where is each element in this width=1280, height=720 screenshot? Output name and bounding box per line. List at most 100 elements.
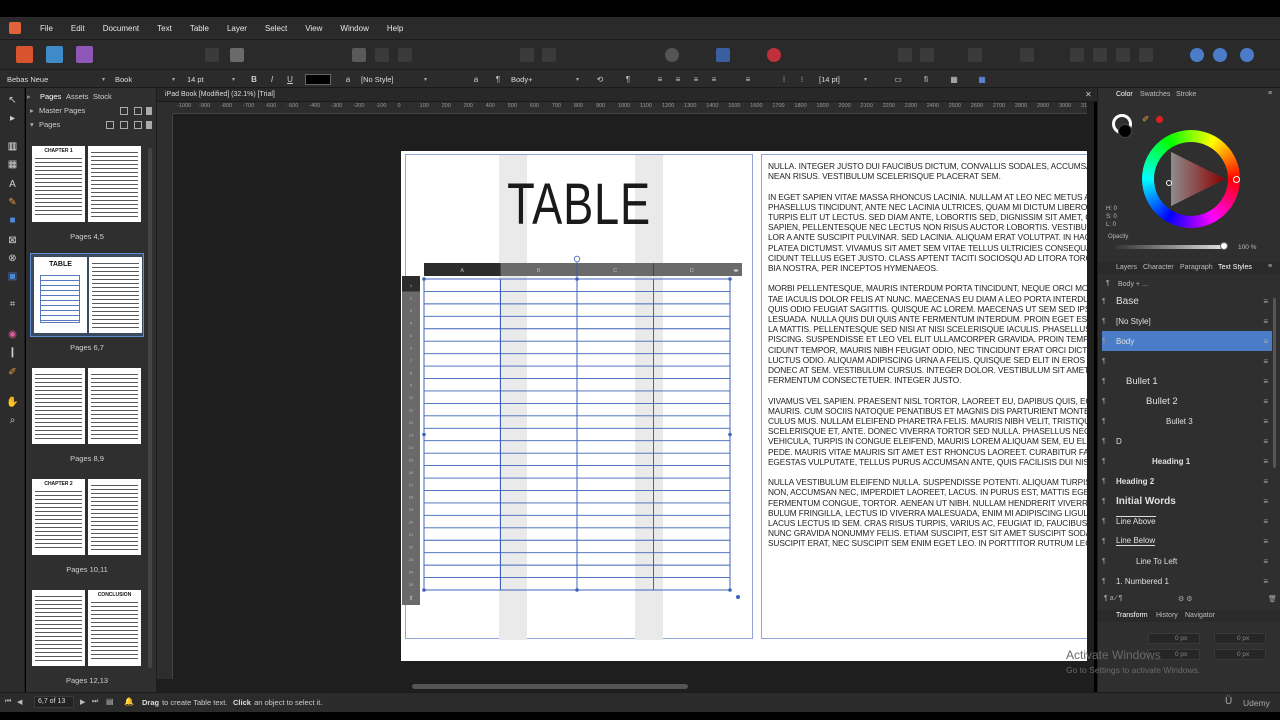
style-tools-icon[interactable]: ¶ a ⁄ ¶ (1104, 595, 1122, 602)
row-header-label[interactable]: 17 (409, 482, 414, 487)
delete-style-icon[interactable]: 🗑 (1268, 595, 1277, 603)
tab-pages[interactable]: Pages (40, 92, 61, 101)
table-grid-icon[interactable]: ▦ (976, 74, 988, 85)
page-number-field[interactable]: 6,7 of 13 (34, 696, 74, 708)
master-icon[interactable] (398, 48, 412, 62)
style-menu-icon[interactable]: ≡ (1263, 477, 1268, 486)
menu-edit[interactable]: Edit (62, 24, 94, 33)
previous-page-icon[interactable]: ◀ (17, 698, 22, 706)
style-menu-icon[interactable]: ≡ (1263, 497, 1268, 506)
style-menu-icon[interactable]: ≡ (1263, 557, 1268, 566)
photo-persona-icon[interactable] (46, 46, 63, 63)
page-options-icon[interactable] (134, 121, 142, 129)
text-style-item[interactable]: ¶ Bullet 3 ≡ (1102, 411, 1272, 431)
transparency-tool-icon[interactable]: ❙ (6, 346, 19, 359)
close-document-icon[interactable]: ✕ (1085, 90, 1092, 99)
menu-layer[interactable]: Layer (218, 24, 256, 33)
last-page-icon[interactable]: ⏭ (92, 698, 98, 706)
styles-scrollbar[interactable] (1273, 298, 1276, 468)
snapping-magnet-icon[interactable] (767, 48, 781, 62)
menu-text[interactable]: Text (148, 24, 181, 33)
style-menu-icon[interactable]: ≡ (1263, 417, 1268, 426)
selection-handle[interactable] (422, 432, 426, 437)
row-header-label[interactable]: 16 (409, 470, 414, 475)
row-header-label[interactable]: 23 (409, 557, 414, 562)
font-weight-select[interactable]: Book (112, 73, 178, 86)
align-icon[interactable] (898, 48, 912, 62)
pages-scrollbar[interactable] (148, 148, 152, 668)
text-style-item[interactable]: ¶ Body ≡ (1102, 331, 1272, 351)
tab-transform[interactable]: Transform (1116, 612, 1148, 619)
add-page-icon[interactable] (106, 121, 114, 129)
style-menu-icon[interactable]: ≡ (1263, 317, 1268, 326)
tab-layers[interactable]: Layers (1116, 264, 1137, 271)
table-move-handle-icon[interactable]: ◂▸ (733, 267, 739, 274)
paragraph-style-select[interactable]: Body+ (508, 73, 582, 86)
color-picker-handle[interactable] (1166, 180, 1172, 186)
frame-text-tool-icon[interactable]: ▥ (6, 140, 19, 153)
menu-file[interactable]: File (31, 24, 62, 33)
menu-help[interactable]: Help (378, 24, 412, 33)
text-style-item[interactable]: ¶ Line Above ≡ (1102, 511, 1272, 531)
style-menu-icon[interactable]: ≡ (1263, 397, 1268, 406)
stroke-color-well[interactable] (1118, 124, 1132, 138)
selection-handle[interactable] (728, 432, 732, 437)
italic-button[interactable]: I (266, 74, 278, 85)
hand-tool-icon[interactable]: ✋ (6, 396, 19, 409)
font-size-select[interactable]: 14 pt (184, 73, 238, 86)
picture-frame-tool-icon[interactable]: ⊠ (6, 234, 19, 247)
menu-select[interactable]: Select (256, 24, 296, 33)
row-header-label[interactable]: 20 (409, 520, 414, 525)
menu-table[interactable]: Table (181, 24, 218, 33)
master-options-icon[interactable] (134, 107, 142, 115)
row-header-label[interactable]: 14 (409, 445, 414, 450)
tab-color[interactable]: Color (1116, 91, 1133, 98)
spread-thumbnail-selected[interactable]: TABLE (30, 253, 144, 337)
horizontal-ruler[interactable]: -1000 -900 -800 -700 -600 -500 -400 -300 -200 -10… (173, 102, 1087, 114)
row-header-label[interactable]: 13 (409, 433, 414, 438)
text-style-item[interactable]: ¶ [No Style] ≡ (1102, 311, 1272, 331)
row-header-label[interactable]: 22 (409, 544, 414, 549)
preflight-icon[interactable] (205, 48, 219, 62)
text-style-item[interactable]: ¶ Line Below ≡ (1102, 531, 1272, 551)
spread-thumbnail[interactable] (31, 365, 143, 447)
tab-swatches[interactable]: Swatches (1140, 91, 1170, 98)
spread-thumbnail[interactable]: CHAPTER 1 (31, 143, 143, 225)
zoom-tool-icon[interactable]: ⌕ (6, 414, 19, 427)
pen-tool-icon[interactable]: ✎ (6, 196, 19, 209)
fill-tool-icon[interactable]: ◉ (6, 328, 19, 341)
text-style-item[interactable]: ¶ 1. Numbered 1 ≡ (1102, 571, 1272, 591)
text-style-item[interactable]: ¶ ≡ (1102, 351, 1272, 371)
delete-master-icon[interactable] (146, 107, 152, 115)
leading-select[interactable]: [14 pt] (816, 73, 870, 86)
rectangle-tool-icon[interactable]: ■ (6, 214, 19, 227)
pilcrow-button[interactable]: ¶ (622, 74, 634, 85)
arrange-front-icon[interactable] (520, 48, 534, 62)
corner-resize-handle[interactable] (736, 595, 740, 599)
menu-window[interactable]: Window (331, 24, 377, 33)
insert-page-icon[interactable] (120, 121, 128, 129)
user-account-icon[interactable] (1240, 48, 1254, 62)
style-menu-icon[interactable]: ≡ (1263, 577, 1268, 586)
align-right-icon[interactable]: ≡ (690, 74, 702, 85)
next-page-icon[interactable]: ▶ (80, 698, 85, 706)
pages-header[interactable]: Pages (39, 120, 60, 129)
transform-x-field[interactable]: 0 px (1148, 633, 1200, 644)
preview-eye-icon[interactable] (665, 48, 679, 62)
tab-navigator[interactable]: Navigator (1185, 612, 1215, 619)
boolean-intersect-icon[interactable] (1116, 48, 1130, 62)
style-menu-icon[interactable]: ≡ (1263, 457, 1268, 466)
text-style-item[interactable]: ¶ Heading 1 ≡ (1102, 451, 1272, 471)
horizontal-scrollbar[interactable] (412, 684, 688, 689)
ligatures-icon[interactable]: fi (920, 74, 932, 85)
tab-stock[interactable]: Stock (93, 92, 112, 101)
master-pages-header[interactable]: Master Pages (39, 106, 85, 115)
row-header-label[interactable]: 15 (409, 457, 414, 462)
align-left-icon[interactable]: ≡ (654, 74, 666, 85)
color-picker-tool-icon[interactable]: ✐ (6, 366, 19, 379)
add-master-icon[interactable] (120, 107, 128, 115)
styles-panel-menu-icon[interactable]: ≡ (1268, 263, 1272, 270)
row-header-label[interactable]: 21 (409, 532, 414, 537)
spread-thumbnail[interactable]: CHAPTER 2 (31, 476, 143, 558)
numbered-list-icon[interactable]: ⁝ (796, 74, 808, 85)
